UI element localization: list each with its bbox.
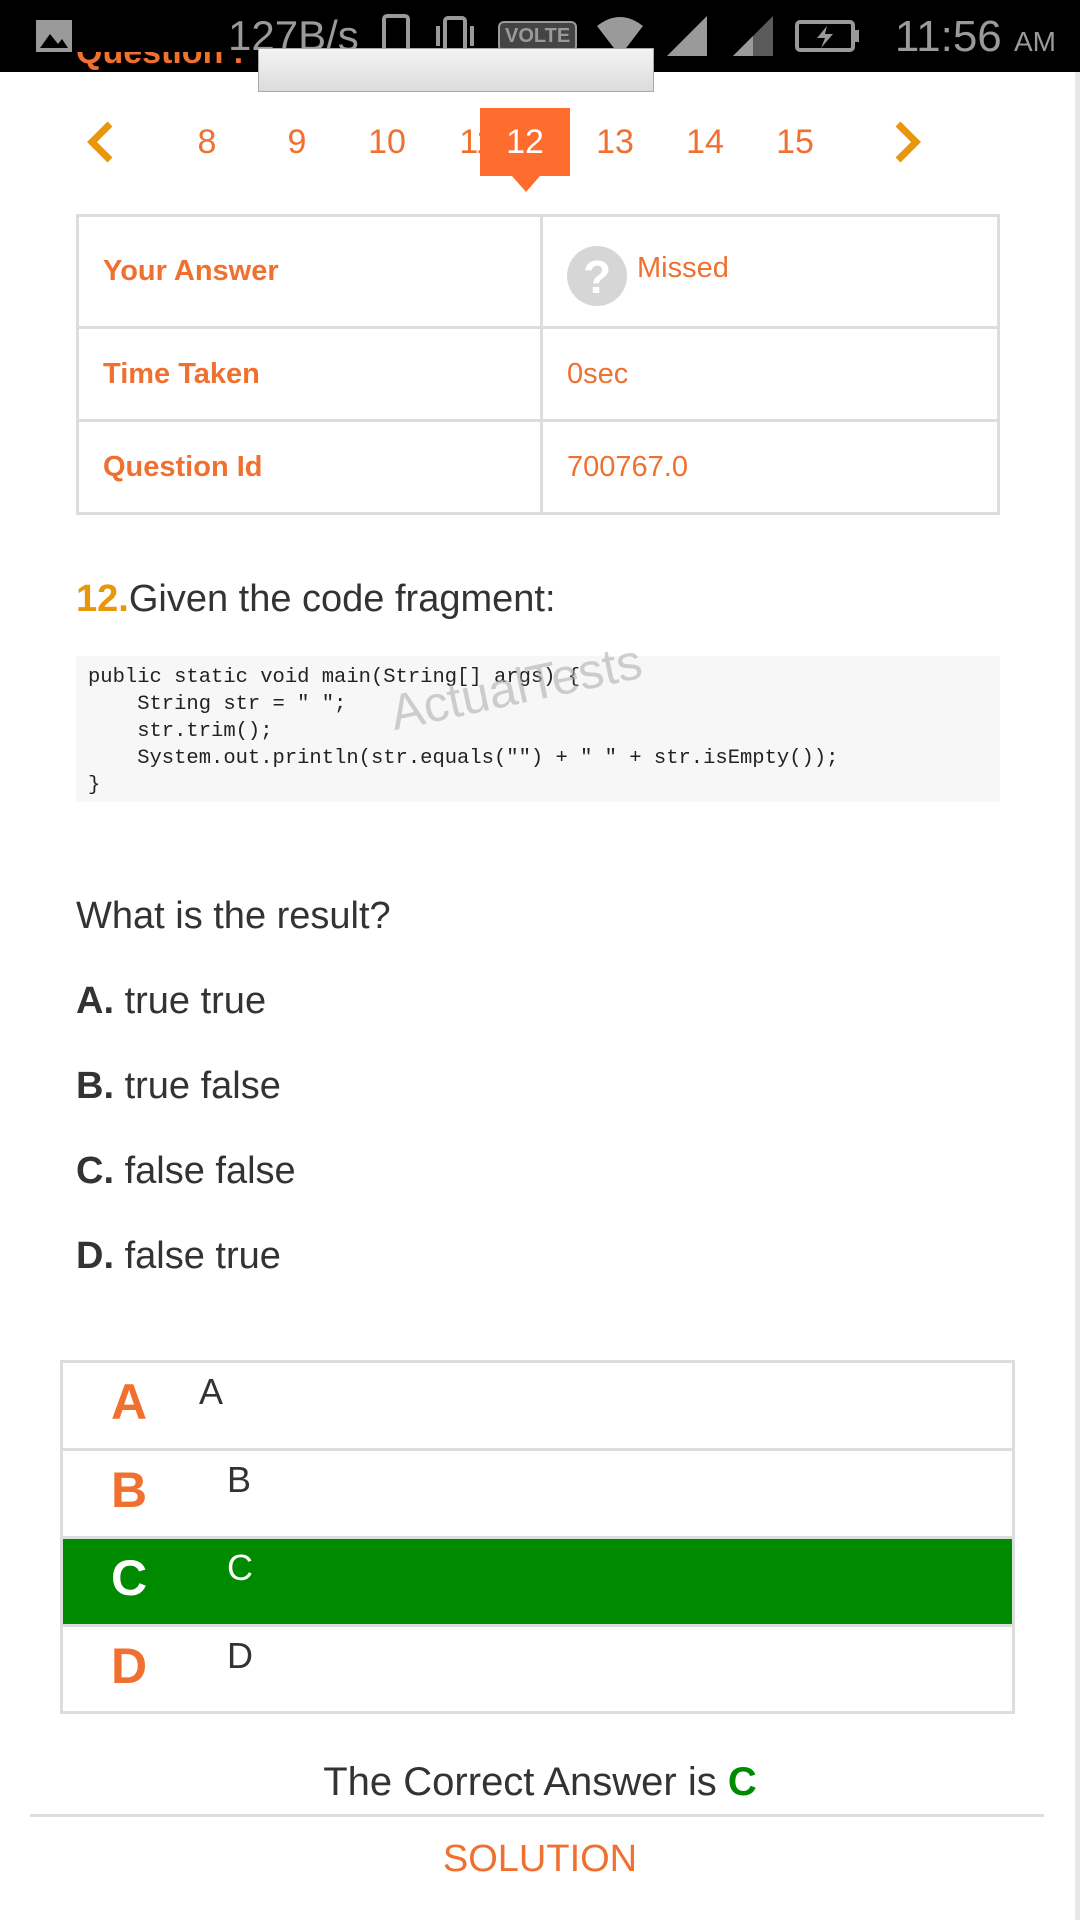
image-icon (36, 20, 72, 52)
battery-charging-icon (795, 20, 860, 52)
answer-letter: D (111, 1638, 148, 1694)
page-13[interactable]: 13 (570, 108, 660, 176)
your-answer-value: ? Missed (567, 232, 997, 306)
question-filter-label: Question : (76, 52, 245, 71)
code-fragment: public static void main(String[] args) {… (76, 656, 1000, 802)
answer-letter: A (111, 1374, 148, 1430)
answer-option-c-correct[interactable]: C C (63, 1539, 1012, 1627)
question-number: 12. (76, 578, 129, 620)
page-8[interactable]: 8 (162, 108, 252, 176)
choice-b: B. true false (76, 1065, 281, 1108)
question-id-label: Question Id (76, 419, 543, 515)
choice-text: true true (124, 980, 267, 1022)
correct-answer-prefix: The Correct Answer is (323, 1760, 717, 1804)
answer-text: A (199, 1371, 224, 1412)
your-answer-cell: ? Missed (540, 214, 1000, 329)
clock-ampm: AM (1014, 26, 1056, 57)
page-10[interactable]: 10 (342, 108, 432, 176)
missed-text: Missed (637, 252, 729, 284)
choice-text: false true (124, 1235, 281, 1277)
question-id-row: Question Id 700767.0 (76, 419, 1000, 515)
signal-icon (667, 16, 708, 56)
your-answer-label: Your Answer (76, 214, 543, 329)
chevron-right-icon[interactable] (886, 120, 926, 164)
question-prompt: What is the result? (76, 895, 391, 937)
answer-option-b[interactable]: B B (63, 1451, 1012, 1539)
correct-answer-value: C (727, 1760, 757, 1804)
chevron-left-icon[interactable] (82, 120, 122, 164)
signal-icon (733, 16, 774, 56)
question-pager: 8 9 10 11 12 13 14 15 (76, 108, 936, 192)
question-id-value: 700767.0 (540, 419, 1000, 515)
answer-letter: C (111, 1550, 148, 1606)
choice-d: D. false true (76, 1235, 281, 1278)
correct-answer-line: The Correct Answer is C (0, 1760, 1080, 1805)
answer-text: C (227, 1547, 253, 1588)
choice-letter: B. (76, 1065, 114, 1107)
your-answer-row: Your Answer ? Missed (76, 214, 1000, 329)
answer-option-a[interactable]: A A (63, 1363, 1012, 1451)
clock-time: 11:56 (894, 12, 1002, 61)
question-text: Given the code fragment: (128, 578, 556, 620)
time-taken-label: Time Taken (76, 326, 543, 422)
choice-text: false false (124, 1150, 296, 1192)
answer-text: D (227, 1635, 253, 1676)
page-9[interactable]: 9 (252, 108, 342, 176)
choice-a: A. true true (76, 980, 266, 1023)
question-mark-icon: ? (567, 245, 627, 306)
volte-badge: VOLTE (498, 20, 578, 52)
clock: 11:56 AM (895, 12, 1056, 62)
page-14[interactable]: 14 (660, 108, 750, 176)
answer-text: B (227, 1459, 252, 1500)
choice-text: true false (124, 1065, 281, 1107)
question-title: 12.Given the code fragment: (76, 578, 556, 621)
divider (30, 1814, 1044, 1817)
answer-options: A A B B C C D D (60, 1360, 1015, 1714)
answer-info-table: Your Answer ? Missed Time Taken 0sec Que… (76, 214, 1000, 515)
page-15[interactable]: 15 (750, 108, 840, 176)
solution-button[interactable]: SOLUTION (0, 1838, 1080, 1881)
page-12-active[interactable]: 12 (480, 108, 570, 192)
time-taken-value: 0sec (540, 326, 1000, 422)
time-taken-row: Time Taken 0sec (76, 326, 1000, 422)
choice-c: C. false false (76, 1150, 296, 1193)
answer-letter: B (111, 1462, 148, 1518)
choice-letter: C. (76, 1150, 114, 1192)
answer-option-d[interactable]: D D (63, 1627, 1012, 1715)
choice-letter: A. (76, 980, 114, 1022)
scrollbar[interactable] (1075, 72, 1080, 1920)
choice-letter: D. (76, 1235, 114, 1277)
question-filter-select[interactable] (258, 48, 654, 92)
